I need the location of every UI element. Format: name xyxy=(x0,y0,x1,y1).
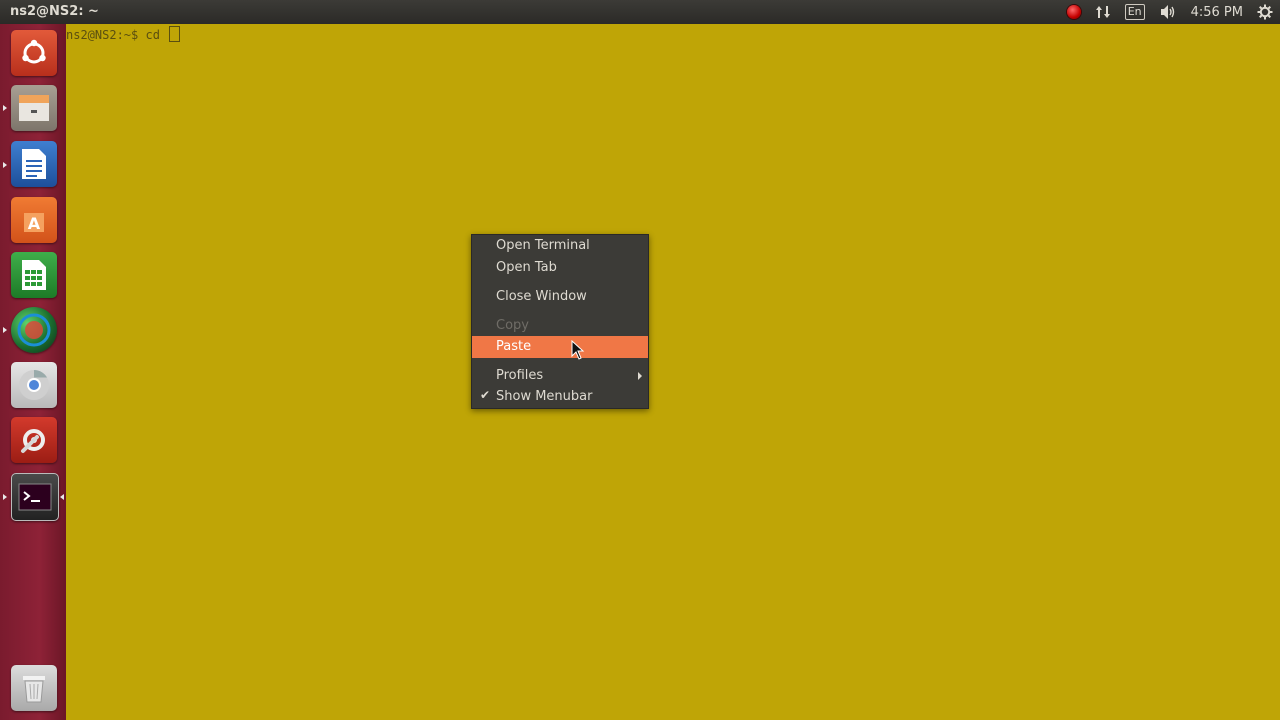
menu-item-profiles[interactable]: Profiles xyxy=(472,365,648,387)
terminal-icon[interactable] xyxy=(11,473,59,521)
gear-icon[interactable] xyxy=(1250,0,1280,24)
record-indicator-icon[interactable] xyxy=(1060,0,1088,24)
menu-item-label: Copy xyxy=(496,318,529,333)
running-indicator xyxy=(3,162,7,168)
dash-home-icon[interactable] xyxy=(11,30,57,76)
terminal-window[interactable]: ns2@NS2:~$ cd xyxy=(66,24,1280,720)
menu-item-label: Open Terminal xyxy=(496,238,590,253)
network-updown-icon[interactable] xyxy=(1088,0,1118,24)
menu-item-show-menubar[interactable]: ✔ Show Menubar xyxy=(472,386,648,408)
volume-icon[interactable] xyxy=(1152,0,1184,24)
clock[interactable]: 4:56 PM xyxy=(1184,0,1250,24)
indicator-area: En 4:56 PM xyxy=(1060,0,1280,24)
chrome-icon[interactable] xyxy=(11,362,57,408)
software-center-icon[interactable]: A xyxy=(11,197,57,243)
keyboard-layout-indicator[interactable]: En xyxy=(1118,0,1152,24)
files-icon[interactable] xyxy=(11,85,57,131)
menu-item-label: Close Window xyxy=(496,289,587,304)
checkmark-icon: ✔ xyxy=(480,388,491,402)
menu-item-label: Show Menubar xyxy=(496,389,593,404)
window-title: ns2@NS2: ~ xyxy=(10,4,99,19)
svg-text:A: A xyxy=(28,214,41,233)
running-indicator xyxy=(3,327,7,333)
mouse-pointer-icon xyxy=(571,340,585,360)
keyboard-layout-label: En xyxy=(1124,4,1145,20)
menu-item-paste[interactable]: Paste xyxy=(472,336,648,358)
running-indicator xyxy=(3,494,7,500)
menu-item-open-tab[interactable]: Open Tab xyxy=(472,257,648,279)
terminal-prompt[interactable]: ns2@NS2:~$ cd xyxy=(66,26,181,42)
writer-icon[interactable] xyxy=(11,141,57,187)
trash-icon[interactable] xyxy=(11,665,57,711)
calc-icon[interactable] xyxy=(11,252,57,298)
menu-item-label: Profiles xyxy=(496,368,544,383)
globe-app-icon[interactable] xyxy=(11,307,57,353)
focused-indicator xyxy=(60,494,64,500)
prompt-text: ns2@NS2:~$ cd xyxy=(66,28,168,42)
system-settings-icon[interactable] xyxy=(11,417,57,463)
menu-item-label: Open Tab xyxy=(496,260,557,275)
menu-item-open-terminal[interactable]: Open Terminal xyxy=(472,235,648,257)
context-menu: Open Terminal Open Tab Close Window Copy… xyxy=(471,234,649,409)
top-panel: ns2@NS2: ~ En 4:56 PM xyxy=(0,0,1280,24)
menu-item-close-window[interactable]: Close Window xyxy=(472,286,648,308)
text-cursor xyxy=(169,26,181,42)
submenu-arrow-icon xyxy=(638,372,642,380)
menu-item-copy: Copy xyxy=(472,315,648,337)
menu-item-label: Paste xyxy=(496,339,532,354)
launcher: A xyxy=(0,24,67,720)
running-indicator xyxy=(3,105,7,111)
